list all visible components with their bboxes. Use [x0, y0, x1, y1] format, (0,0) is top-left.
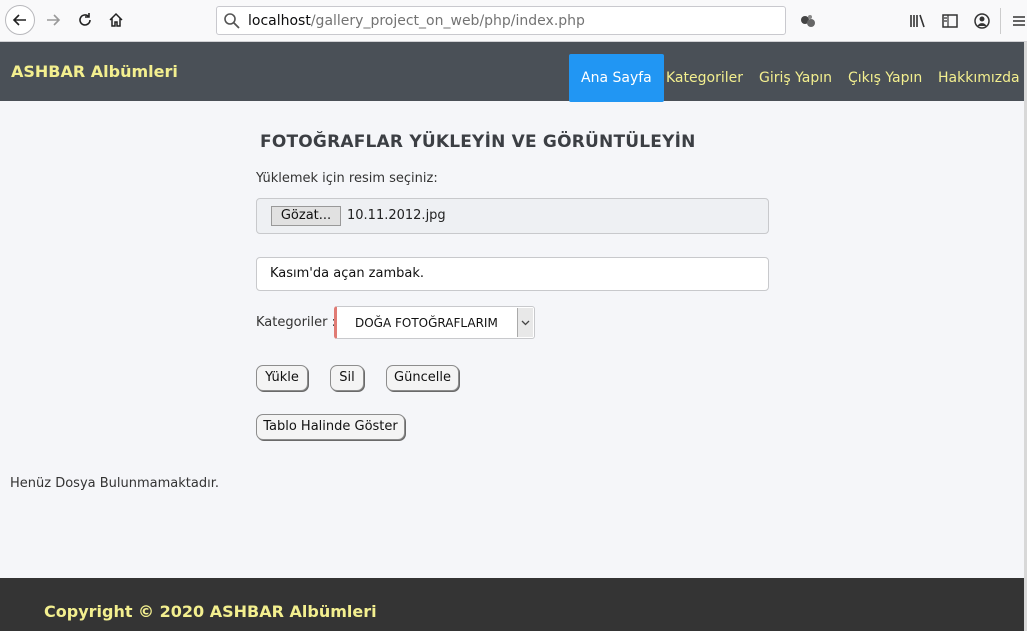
- reload-icon: [79, 13, 91, 26]
- site-brand[interactable]: ASHBAR Albümleri: [11, 42, 178, 101]
- description-input[interactable]: Kasım'da açan zambak.: [256, 257, 769, 291]
- library-button[interactable]: [905, 8, 931, 34]
- site-navbar: ASHBAR Albümleri Ana Sayfa Kategoriler G…: [0, 42, 1027, 102]
- forward-button[interactable]: [38, 5, 68, 35]
- sidebar-button[interactable]: [937, 8, 963, 34]
- hamburger-menu-icon: [1013, 16, 1025, 26]
- file-label: Yüklemek için resim seçiniz:: [256, 171, 438, 186]
- category-selected-value: DOĞA FOTOĞRAFLARIM: [355, 316, 498, 330]
- site-footer: Copyright © 2020 ASHBAR Albümleri: [0, 578, 1027, 631]
- browser-toolbar: localhost/gallery_project_on_web/php/ind…: [0, 0, 1027, 42]
- category-select[interactable]: DOĞA FOTOĞRAFLARIM: [334, 306, 535, 339]
- upload-button[interactable]: Yükle: [256, 365, 308, 391]
- sidebar-icon: [942, 14, 958, 28]
- address-bar[interactable]: localhost/gallery_project_on_web/php/ind…: [216, 6, 786, 35]
- page-title: FOTOĞRAFLAR YÜKLEYİN VE GÖRÜNTÜLEYİN: [260, 132, 696, 152]
- nav-link-login[interactable]: Giriş Yapın: [759, 54, 832, 102]
- reload-button[interactable]: [70, 5, 100, 35]
- back-arrow-icon: [12, 14, 26, 26]
- nav-link-home[interactable]: Ana Sayfa: [569, 54, 664, 102]
- nav-link-about[interactable]: Hakkımızda: [938, 54, 1020, 102]
- footer-copyright: Copyright © 2020 ASHBAR Albümleri: [44, 602, 377, 621]
- nav-link-categories[interactable]: Kategoriler: [666, 54, 743, 102]
- account-icon: [974, 13, 990, 29]
- forward-arrow-icon: [47, 14, 61, 26]
- extension-button[interactable]: [795, 8, 821, 34]
- file-input[interactable]: Gözat... 10.11.2012.jpg: [256, 198, 769, 234]
- browse-button[interactable]: Gözat...: [271, 206, 341, 226]
- home-icon: [109, 12, 123, 27]
- selected-file-name: 10.11.2012.jpg: [347, 208, 446, 223]
- category-label: Kategoriler :: [256, 315, 336, 330]
- url-path: /gallery_project_on_web/php/index.php: [310, 13, 585, 29]
- search-icon: [224, 13, 240, 29]
- extension-icon: [801, 15, 815, 27]
- url-text: localhost/gallery_project_on_web/php/ind…: [248, 13, 585, 29]
- empty-files-message: Henüz Dosya Bulunmamaktadır.: [10, 476, 219, 491]
- url-host: localhost: [248, 13, 311, 29]
- toolbar-separator: [1000, 8, 1001, 34]
- home-button[interactable]: [101, 5, 131, 35]
- menu-button[interactable]: [1006, 8, 1027, 34]
- account-button[interactable]: [969, 8, 995, 34]
- show-as-table-button[interactable]: Tablo Halinde Göster: [256, 414, 405, 440]
- update-button[interactable]: Güncelle: [386, 365, 459, 391]
- chevron-down-icon: [521, 320, 530, 325]
- delete-button[interactable]: Sil: [330, 365, 364, 391]
- library-icon: [910, 14, 925, 28]
- nav-link-logout[interactable]: Çıkış Yapın: [848, 54, 922, 102]
- back-button[interactable]: [5, 5, 35, 35]
- category-dropdown-arrow[interactable]: [517, 308, 533, 337]
